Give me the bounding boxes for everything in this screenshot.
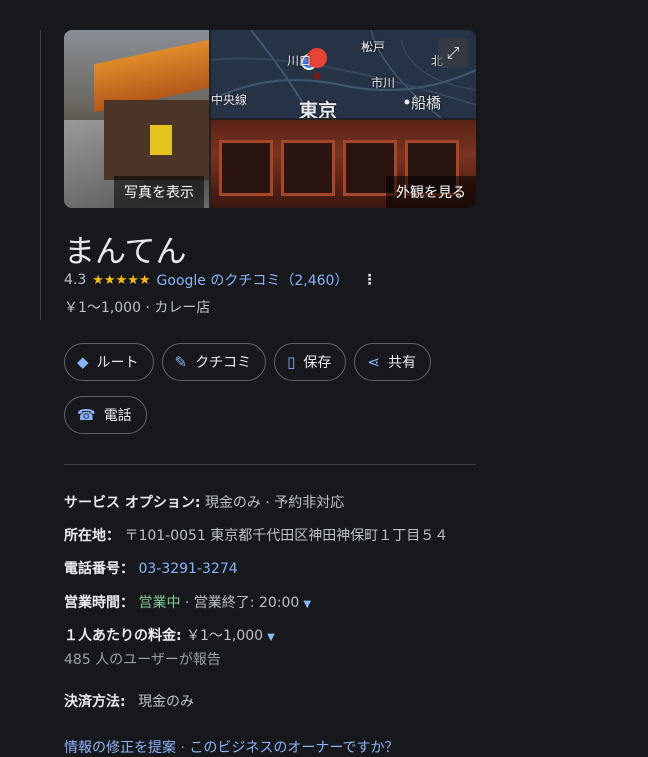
view-photos-label[interactable]: 写真を表示 <box>114 176 204 208</box>
map-label-ichikawa: 市川 <box>371 76 396 90</box>
review-icon: ✎ <box>174 353 188 371</box>
street-photo[interactable]: 写真を表示 <box>64 30 209 208</box>
service-options-row: サービス オプション: 現金のみ · 予約非対応 <box>64 492 344 512</box>
storefront-photo[interactable]: 外観を見る <box>211 120 476 208</box>
chevron-down-icon[interactable]: ▼ <box>267 632 275 643</box>
hours-row[interactable]: 営業時間： 営業中 · 営業終了: 20:00 ▼ <box>64 592 311 612</box>
place-title: まんてん <box>64 234 187 270</box>
price-per-person-row[interactable]: １人あたりの料金: ￥1～1,000 ▼ <box>64 625 275 645</box>
payment-label: 決済方法: <box>64 694 126 710</box>
price-report-count: 485 人のユーザーが報告 <box>64 652 221 668</box>
phone-link[interactable]: 03-3291-3274 <box>138 561 237 577</box>
review-button[interactable]: ✎ クチコミ <box>161 343 267 381</box>
map-label-funabashi: 船橋 <box>411 94 442 112</box>
share-label: 共有 <box>387 355 416 371</box>
route-label: ルート <box>96 355 139 371</box>
footer-links: 情報の修正を提案 · このビジネスのオーナーですか？ <box>64 737 399 757</box>
phone-row: 電話番号： 03-3291-3274 <box>64 558 238 578</box>
save-label: 保存 <box>303 355 332 371</box>
save-button[interactable]: ▯ 保存 <box>274 343 347 381</box>
star-rating-icon: ★★★★★ <box>92 272 151 288</box>
price-category: ￥1～1,000 · カレー店 <box>64 300 211 316</box>
reviews-link[interactable]: Google のクチコミ（2,460） <box>157 270 349 290</box>
call-button[interactable]: ☎ 電話 <box>64 396 147 434</box>
phone-label: 電話番号： <box>64 561 134 577</box>
address-value: 〒101-0051 東京都千代田区神田神保町１丁目５４ <box>124 528 449 544</box>
address-label: 所在地： <box>64 528 120 544</box>
payment-row: 決済方法: 現金のみ <box>64 691 194 711</box>
chevron-down-icon[interactable]: ▼ <box>303 599 311 610</box>
share-button[interactable]: ⋖ 共有 <box>354 343 431 381</box>
footer-separator: · <box>176 740 190 756</box>
photo-strip: 写真を表示 川口 松戸 市川 中央線 東京 船橋 北 ⤢ 外観を見る <box>64 30 476 208</box>
open-status: 営業中 <box>138 595 181 611</box>
action-buttons-row-2: ☎ 電話 <box>64 396 147 434</box>
left-border-line <box>40 30 41 320</box>
rating-value: 4.3 <box>64 272 87 288</box>
bookmark-icon: ▯ <box>287 353 296 371</box>
review-label: クチコミ <box>195 355 252 371</box>
phone-icon: ☎ <box>77 406 96 424</box>
rating-row: 4.3 ★★★★★ Google のクチコミ（2,460） ⋮ <box>64 270 376 290</box>
map-label-tokyo: 東京 <box>299 100 338 118</box>
view-exterior-label[interactable]: 外観を見る <box>386 176 476 208</box>
closing-time: · 営業終了: 20:00 <box>180 595 300 611</box>
route-button[interactable]: ◆ ルート <box>64 343 154 381</box>
service-value: 現金のみ · 予約非対応 <box>204 495 345 511</box>
suggest-edit-link[interactable]: 情報の修正を提案 <box>64 740 176 756</box>
map-label-chuosen: 中央線 <box>211 93 248 107</box>
claim-business-link[interactable]: このビジネスのオーナーですか？ <box>189 740 398 756</box>
service-label: サービス オプション: <box>64 495 201 511</box>
expand-icon[interactable]: ⤢ <box>438 38 468 68</box>
action-buttons-row-1: ◆ ルート ✎ クチコミ ▯ 保存 ⋖ 共有 <box>64 343 431 381</box>
payment-value: 現金のみ <box>138 694 195 710</box>
more-options-icon[interactable]: ⋮ <box>362 272 376 288</box>
address-row: 所在地： 〒101-0051 東京都千代田区神田神保町１丁目５４ <box>64 525 448 545</box>
section-divider <box>64 464 476 465</box>
price-per-person-value: ￥1～1,000 <box>186 628 264 644</box>
hours-label: 営業時間： <box>64 595 134 611</box>
directions-icon: ◆ <box>77 353 89 371</box>
call-label: 電話 <box>103 408 132 424</box>
map-label-kawaguchi: 川口 <box>287 54 312 68</box>
price-per-person-label: １人あたりの料金: <box>64 628 182 644</box>
share-icon: ⋖ <box>367 353 380 371</box>
map-label-matsudo: 松戸 <box>361 40 386 54</box>
map-thumbnail[interactable]: 川口 松戸 市川 中央線 東京 船橋 北 ⤢ <box>211 30 476 118</box>
